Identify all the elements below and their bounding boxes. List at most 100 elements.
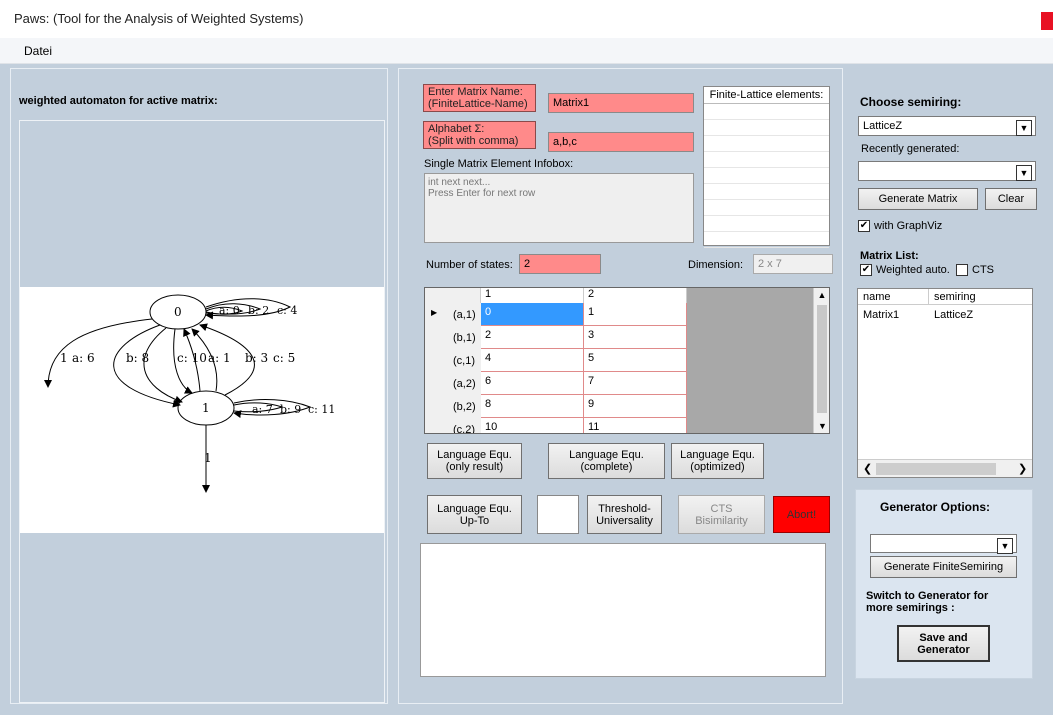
col-semiring[interactable]: semiring xyxy=(934,291,976,303)
grid-cell[interactable]: 4 xyxy=(481,349,584,372)
lang-complete-button[interactable]: Language Equ. (complete) xyxy=(548,443,665,479)
generate-finite-button[interactable]: Generate FiniteSemiring xyxy=(870,556,1017,578)
checkmark-icon: ✔ xyxy=(858,220,870,233)
matrix-grid[interactable]: 1 2 ▶ (a,1) 0 1 (b,1) 2 3 (c,1) 4 5 (a,2)… xyxy=(424,287,830,434)
row-header[interactable]: (c,2) xyxy=(425,418,481,433)
threshold-universality-button[interactable]: Threshold- Universality xyxy=(587,495,662,534)
scroll-right-icon: ❯ xyxy=(1018,463,1028,475)
scroll-thumb[interactable] xyxy=(817,305,827,413)
recent-select[interactable]: ▼ xyxy=(858,161,1036,181)
table-row[interactable]: (b,2) 8 9 xyxy=(425,395,687,418)
row-header[interactable]: (c,1) xyxy=(425,349,481,372)
states-label: Number of states: xyxy=(426,259,513,271)
recent-label: Recently generated: xyxy=(861,143,960,155)
list-hscrollbar[interactable]: ❮ ❯ xyxy=(858,459,1032,477)
chevron-down-icon[interactable]: ▼ xyxy=(997,538,1013,554)
matrix-list[interactable]: name semiring Matrix1 LatticeZ ❮ ❯ xyxy=(857,288,1033,478)
row-header[interactable]: (b,1) xyxy=(425,326,481,349)
matrix-list-heading: Matrix List: xyxy=(860,250,919,262)
alphabet-label: Alphabet Σ: (Split with comma) xyxy=(423,121,536,149)
node-0-label: 0 xyxy=(174,305,182,319)
up-to-input[interactable] xyxy=(537,495,579,534)
scroll-left-icon: ❮ xyxy=(863,463,873,475)
clear-button[interactable]: Clear xyxy=(985,188,1037,210)
grid-header: 1 2 xyxy=(425,288,687,303)
chevron-down-icon[interactable]: ▼ xyxy=(1016,165,1032,181)
table-row[interactable]: ▶ (a,1) 0 1 xyxy=(425,303,687,326)
grid-cell[interactable]: 5 xyxy=(584,349,687,372)
grid-cell[interactable]: 11 xyxy=(584,418,687,433)
table-row[interactable]: (a,2) 6 7 xyxy=(425,372,687,395)
alphabet-input[interactable]: a,b,c xyxy=(548,132,694,152)
dimension-field: 2 x 7 xyxy=(753,254,833,274)
graph-heading: weighted automaton for active matrix: xyxy=(19,95,218,107)
cts-checkbox[interactable]: CTS xyxy=(956,264,994,277)
generator-select[interactable]: ▼ xyxy=(870,534,1017,554)
svg-text:c: 10: c: 10 xyxy=(177,351,207,365)
row-header[interactable]: (a,2) xyxy=(425,372,481,395)
grid-col-1[interactable]: 1 xyxy=(481,288,584,303)
abort-button[interactable]: Abort! xyxy=(773,496,830,533)
grid-cell[interactable]: 0 xyxy=(481,303,584,326)
scroll-down-icon[interactable]: ▼ xyxy=(814,419,829,433)
grid-cell[interactable]: 10 xyxy=(481,418,584,433)
svg-text:a: 0: a: 0 xyxy=(219,304,240,317)
grid-cell[interactable]: 3 xyxy=(584,326,687,349)
node-1-label: 1 xyxy=(202,401,210,415)
matrix-name-label: Enter Matrix Name: (FiniteLattice-Name) xyxy=(423,84,536,112)
infobox-label: Single Matrix Element Infobox: xyxy=(424,158,574,170)
table-row[interactable]: (b,1) 2 3 xyxy=(425,326,687,349)
matrix-list-header: name semiring xyxy=(858,289,1032,305)
grid-col-2[interactable]: 2 xyxy=(584,288,687,303)
row-header[interactable]: ▶ (a,1) xyxy=(425,303,481,326)
chevron-down-icon[interactable]: ▼ xyxy=(1016,120,1032,136)
grid-cell[interactable]: 6 xyxy=(481,372,584,395)
svg-text:1: 1 xyxy=(204,451,212,465)
scroll-up-icon[interactable]: ▲ xyxy=(814,288,829,303)
col-name[interactable]: name xyxy=(863,291,891,303)
grid-cell[interactable]: 2 xyxy=(481,326,584,349)
grid-cell[interactable]: 1 xyxy=(584,303,687,326)
cts-bisimilarity-button[interactable]: CTS Bisimilarity xyxy=(678,495,765,534)
lattice-elements-list[interactable]: Finite-Lattice elements: xyxy=(703,86,830,248)
svg-text:a: 7: a: 7 xyxy=(252,403,273,416)
lang-up-to-button[interactable]: Language Equ. Up-To xyxy=(427,495,522,534)
switch-text: Switch to Generator for more semirings : xyxy=(866,590,989,614)
semiring-select[interactable]: LatticeZ ▼ xyxy=(858,116,1036,136)
menu-bar: Datei xyxy=(0,38,1053,64)
svg-text:b: 2: b: 2 xyxy=(248,304,269,317)
grid-cell[interactable]: 7 xyxy=(584,372,687,395)
svg-text:1: 1 xyxy=(60,351,68,365)
weighted-checkbox[interactable]: ✔ Weighted auto. xyxy=(860,264,950,277)
generate-matrix-button[interactable]: Generate Matrix xyxy=(858,188,978,210)
graphviz-checkbox[interactable]: ✔ with GraphViz xyxy=(858,220,942,233)
menu-datei[interactable]: Datei xyxy=(24,44,52,58)
states-input[interactable]: 2 xyxy=(519,254,601,274)
svg-text:b: 9: b: 9 xyxy=(280,403,301,416)
output-textarea[interactable] xyxy=(420,543,826,677)
svg-text:b: 3: b: 3 xyxy=(245,351,268,365)
window-title: Paws: (Tool for the Analysis of Weighted… xyxy=(14,11,304,26)
matrix-name-input[interactable]: Matrix1 xyxy=(548,93,694,113)
close-button[interactable] xyxy=(1041,12,1053,30)
lang-only-result-button[interactable]: Language Equ. (only result) xyxy=(427,443,522,479)
semiring-heading: Choose semiring: xyxy=(860,95,962,109)
infobox-textarea[interactable]: int next next... Press Enter for next ro… xyxy=(424,173,694,243)
grid-cell[interactable]: 9 xyxy=(584,395,687,418)
generator-heading: Generator Options: xyxy=(880,500,991,514)
svg-text:c: 11: c: 11 xyxy=(308,403,335,416)
save-and-generator-button[interactable]: Save and Generator xyxy=(897,625,990,662)
grid-scrollbar[interactable]: ▲ ▼ xyxy=(813,288,829,433)
table-row[interactable]: (c,1) 4 5 xyxy=(425,349,687,372)
svg-text:c: 4: c: 4 xyxy=(277,304,297,317)
dimension-label: Dimension: xyxy=(688,259,744,271)
row-header[interactable]: (b,2) xyxy=(425,395,481,418)
table-row[interactable]: (c,2) 10 11 xyxy=(425,418,687,433)
lang-optimized-button[interactable]: Language Equ. (optimized) xyxy=(671,443,764,479)
automaton-graph: 0 1 a: 0 b: 2 c: 4 1 a: 6 b: 8 c: 10 a: … xyxy=(20,287,384,533)
checkmark-icon: ✔ xyxy=(860,264,872,277)
svg-text:a: 1: a: 1 xyxy=(208,351,231,365)
grid-cell[interactable]: 8 xyxy=(481,395,584,418)
list-item[interactable]: Matrix1 LatticeZ xyxy=(858,307,1032,323)
svg-text:a: 6: a: 6 xyxy=(72,351,95,365)
